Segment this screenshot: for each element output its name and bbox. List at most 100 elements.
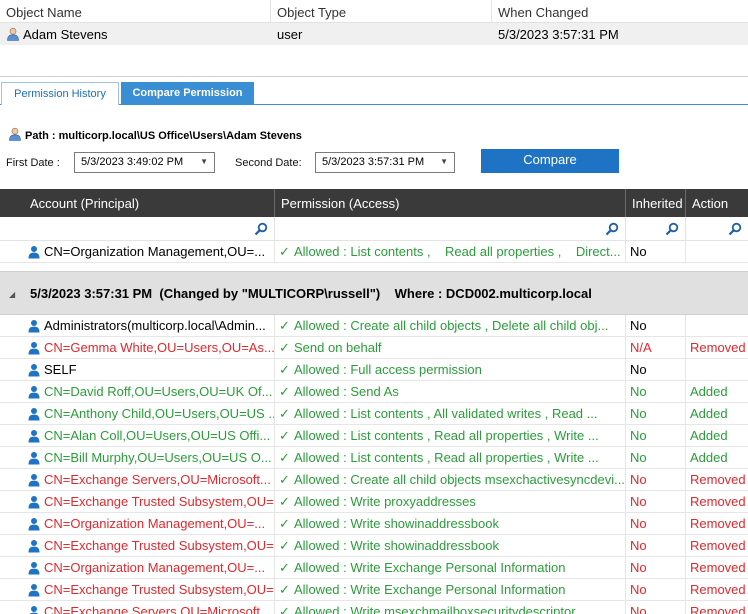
check-icon: ✓	[279, 582, 290, 597]
second-date-label: Second Date:	[235, 157, 302, 169]
dropdown-caret-icon[interactable]: ▼	[200, 157, 208, 166]
action-filter[interactable]	[686, 217, 748, 240]
search-icon[interactable]	[605, 222, 619, 236]
object-row[interactable]: Adam Stevens user 5/3/2023 3:57:31 PM	[0, 23, 748, 45]
tab-permission-history[interactable]: Permission History	[1, 82, 119, 105]
column-object-type[interactable]: Object Type	[271, 0, 492, 22]
account-name: CN=Organization Management,OU=...	[44, 516, 266, 531]
collapse-triangle-icon[interactable]: ◢	[9, 290, 15, 299]
table-row[interactable]: CN=Anthony Child,OU=Users,OU=US ... ✓ All…	[0, 403, 748, 425]
user-icon	[29, 606, 39, 614]
table-row[interactable]: CN=Exchange Servers,OU=Microsoft... ✓ All…	[0, 601, 748, 614]
table-row[interactable]: CN=Organization Management,OU=... ✓ Allow…	[0, 513, 748, 535]
column-inherited[interactable]: Inherited	[626, 189, 686, 217]
column-when-changed[interactable]: When Changed	[492, 0, 748, 22]
table-row[interactable]: Administrators(multicorp.local\Admin... …	[0, 315, 748, 337]
tab-compare-permission[interactable]: Compare Permission	[121, 82, 254, 105]
table-row[interactable]: CN=Exchange Trusted Subsystem,OU=... ✓ Al…	[0, 579, 748, 601]
object-type: user	[277, 27, 303, 42]
permission-cell: ✓ Allowed : Full access permission	[275, 359, 626, 380]
permission-text: Allowed : Write Exchange Personal Inform…	[294, 582, 566, 597]
table-row[interactable]: CN=Organization Management,OU=... ✓ Allow…	[0, 557, 748, 579]
column-account[interactable]: Account (Principal)	[0, 189, 275, 217]
check-icon: ✓	[279, 340, 290, 355]
object-name: Adam Stevens	[23, 27, 108, 42]
user-icon	[28, 518, 40, 531]
check-icon: ✓	[279, 560, 290, 575]
permission-rows: Administrators(multicorp.local\Admin... …	[0, 315, 748, 614]
permission-grid: Account (Principal) Permission (Access) …	[0, 189, 748, 614]
account-cell: CN=Anthony Child,OU=Users,OU=US ...	[0, 403, 275, 424]
table-row[interactable]: CN=Exchange Servers,OU=Microsoft... ✓ All…	[0, 469, 748, 491]
table-row[interactable]: CN=Alan Coll,OU=Users,OU=US Offi... ✓ All…	[0, 425, 748, 447]
table-row[interactable]: CN=David Roff,OU=Users,OU=UK Of... ✓ Allo…	[0, 381, 748, 403]
path-text: Path : multicorp.local\US Office\Users\A…	[25, 130, 302, 142]
search-icon[interactable]	[728, 222, 742, 236]
action-cell: Removed	[690, 582, 746, 597]
table-row[interactable]: SELF ✓ Allowed : Full access permission N…	[0, 359, 748, 381]
permission-cell: ✓ Allowed : List contents , Read all prop…	[275, 425, 626, 446]
object-when-changed: 5/3/2023 3:57:31 PM	[498, 27, 619, 42]
account-name: CN=Exchange Trusted Subsystem,OU=...	[44, 494, 275, 509]
search-icon[interactable]	[665, 222, 679, 236]
inherited-cell: No	[626, 601, 686, 614]
permission-text: Allowed : Write showinaddressbook	[294, 516, 499, 531]
check-icon: ✓	[279, 472, 290, 487]
inherited-cell: No	[626, 403, 686, 424]
table-row[interactable]: CN=Exchange Trusted Subsystem,OU=... ✓ Al…	[0, 535, 748, 557]
inherited-cell: No	[626, 315, 686, 336]
account-name: CN=Anthony Child,OU=Users,OU=US ...	[44, 406, 275, 421]
object-name-cell: Adam Stevens	[0, 23, 271, 45]
account-filter[interactable]	[0, 217, 275, 240]
permission-text: Allowed : Write proxyaddresses	[294, 494, 476, 509]
permission-text: Allowed : Create all child objects , Del…	[294, 318, 609, 333]
permission-text: Allowed : Create all child objects msexc…	[294, 472, 625, 487]
account-name: CN=Exchange Servers,OU=Microsoft...	[44, 604, 271, 614]
permission-text: Allowed : List contents , Read all prope…	[294, 450, 599, 465]
account-name: SELF	[44, 362, 77, 377]
permission-text: Allowed : Full access permission	[294, 362, 482, 377]
permission-text: Allowed : List contents , Read all prope…	[294, 428, 599, 443]
table-row[interactable]: CN=Bill Murphy,OU=Users,OU=US O... ✓ Allo…	[0, 447, 748, 469]
permission-cell: ✓ Allowed : Write showinaddressbook	[275, 535, 626, 556]
tab-bar: Permission History Compare Permission	[0, 82, 748, 105]
account-cell: CN=Organization Management,OU=...	[0, 557, 275, 578]
action-cell	[686, 315, 748, 336]
account-name: CN=Alan Coll,OU=Users,OU=US Offi...	[44, 428, 271, 443]
account-name: CN=Gemma White,OU=Users,OU=As...	[44, 340, 275, 355]
path-label: Path : multicorp.local\US Office\Users\A…	[8, 127, 302, 142]
inherited-cell: No	[626, 557, 686, 578]
user-icon	[28, 584, 40, 597]
column-permission[interactable]: Permission (Access)	[275, 189, 626, 217]
column-object-name[interactable]: Object Name	[0, 0, 271, 22]
permission-filter[interactable]	[275, 217, 626, 240]
inherited-filter[interactable]	[626, 217, 686, 240]
user-icon	[9, 127, 21, 141]
user-icon	[28, 430, 40, 443]
check-icon: ✓	[279, 450, 290, 465]
user-icon	[28, 364, 40, 377]
group-header[interactable]: ◢ 5/3/2023 3:57:31 PM (Changed by "MULTI…	[0, 271, 748, 315]
first-date-picker[interactable]: 5/3/2023 3:49:02 PM ▼	[74, 152, 215, 173]
dropdown-caret-icon[interactable]: ▼	[440, 157, 448, 166]
second-date-picker[interactable]: 5/3/2023 3:57:31 PM ▼	[315, 152, 455, 173]
first-date-label: First Date :	[6, 157, 60, 169]
compare-button[interactable]: Compare	[481, 149, 619, 173]
column-action[interactable]: Action	[686, 189, 748, 217]
check-icon: ✓	[279, 604, 290, 614]
check-icon: ✓	[279, 384, 290, 399]
account-cell: SELF	[0, 359, 275, 380]
object-grid: Object Name Object Type When Changed Ada…	[0, 0, 748, 77]
search-icon[interactable]	[254, 222, 268, 236]
permission-text: Allowed : Write msexchmailboxsecuritydes…	[294, 604, 576, 614]
user-icon	[28, 408, 40, 421]
user-icon	[28, 452, 40, 465]
action-cell: Added	[690, 406, 728, 421]
table-row[interactable]: CN=Organization Management,OU=... ✓ Allow…	[0, 241, 748, 263]
table-row[interactable]: CN=Gemma White,OU=Users,OU=As... ✓ Send o…	[0, 337, 748, 359]
table-row[interactable]: CN=Exchange Trusted Subsystem,OU=... ✓ Al…	[0, 491, 748, 513]
account-cell: CN=Gemma White,OU=Users,OU=As...	[0, 337, 275, 358]
action-cell: Removed	[690, 560, 746, 575]
inherited-cell: No	[626, 513, 686, 534]
permission-cell: ✓ Allowed : Write Exchange Personal Infor…	[275, 557, 626, 578]
